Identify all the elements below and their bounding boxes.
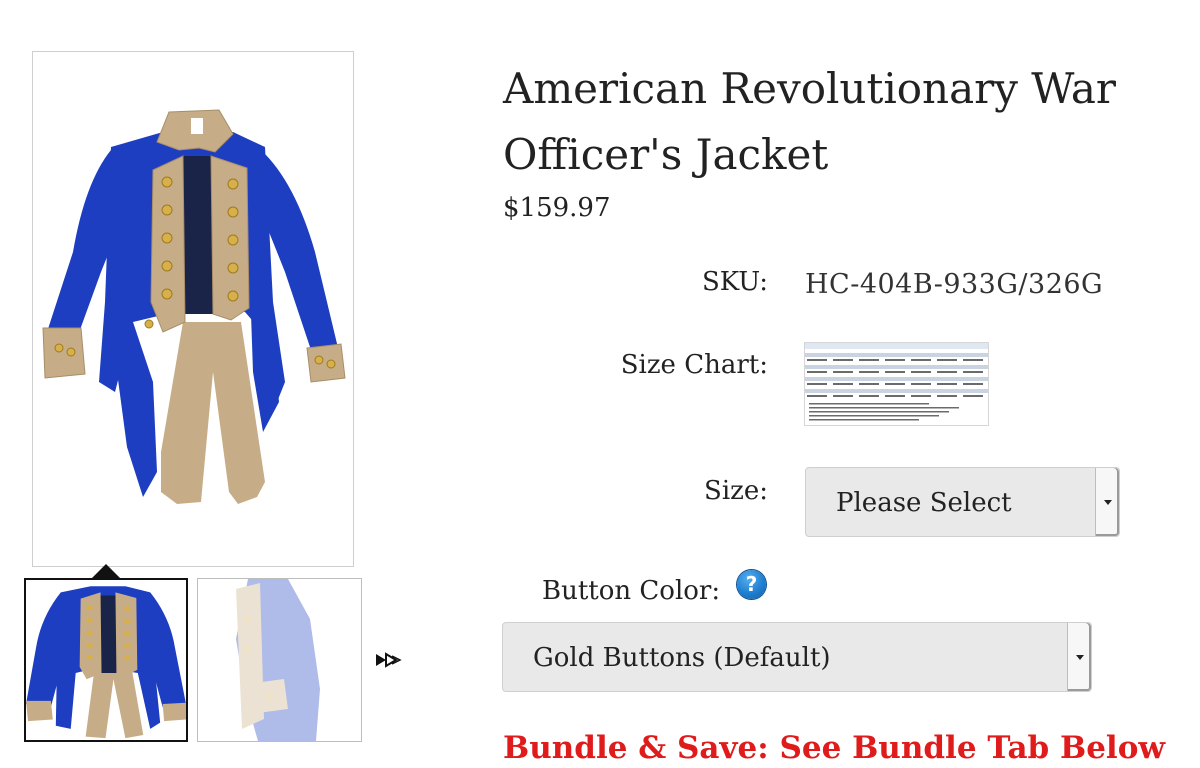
size-chart-image[interactable] [804, 342, 989, 426]
button-color-select-value: Gold Buttons (Default) [533, 643, 831, 673]
thumbnail-side[interactable] [197, 578, 362, 742]
triangle-down-icon[interactable] [1067, 623, 1091, 691]
jacket-side-thumb-image [236, 579, 320, 741]
sku-label: SKU: [701, 267, 768, 297]
size-select[interactable]: Please Select [805, 467, 1120, 537]
size-chart-label: Size Chart: [620, 350, 768, 380]
double-arrow-right-icon[interactable] [374, 648, 404, 672]
question-circle-icon[interactable]: ? [737, 570, 766, 599]
sku-value: HC-404B-933G/326G [805, 269, 1104, 300]
button-color-label: Button Color: [542, 576, 721, 606]
thumbnail-front[interactable] [24, 578, 188, 742]
button-color-select[interactable]: Gold Buttons (Default) [502, 622, 1092, 692]
size-select-value: Please Select [836, 488, 1012, 518]
main-product-image[interactable] [32, 51, 354, 567]
jacket-front-image [42, 109, 346, 504]
triangle-down-icon[interactable] [1095, 468, 1119, 536]
product-title: American Revolutionary War Officer's Jac… [503, 64, 1116, 179]
active-thumb-pointer [92, 564, 120, 578]
jacket-front-thumb-image [26, 586, 186, 739]
size-label: Size: [704, 476, 768, 506]
bundle-promo-text: Bundle & Save: See Bundle Tab Below [503, 730, 1166, 766]
product-price: $159.97 [503, 193, 611, 223]
